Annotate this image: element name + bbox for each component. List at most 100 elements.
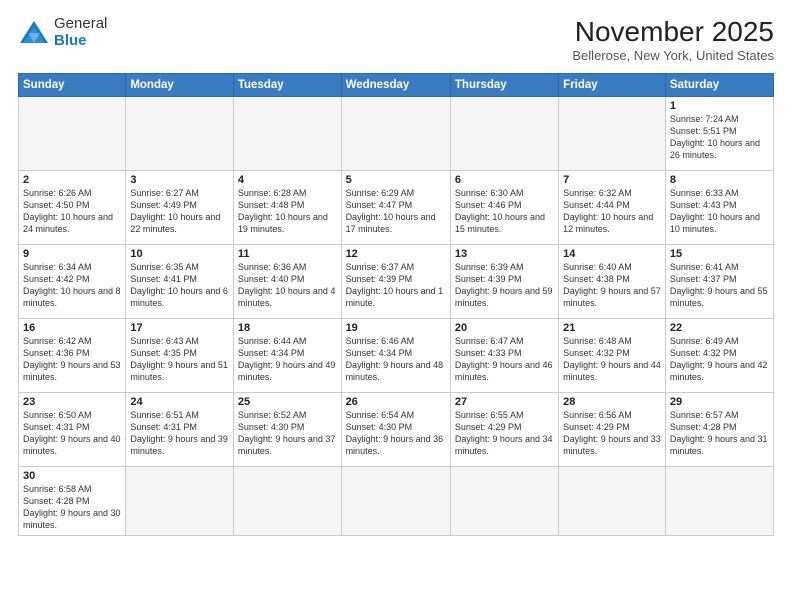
day-cell: 9Sunrise: 6:34 AM Sunset: 4:42 PM Daylig… (19, 245, 126, 319)
day-cell (450, 467, 558, 536)
day-info: Sunrise: 6:52 AM Sunset: 4:30 PM Dayligh… (238, 409, 337, 458)
day-number: 25 (238, 396, 337, 408)
week-row-5: 30Sunrise: 6:58 AM Sunset: 4:28 PM Dayli… (19, 467, 774, 536)
day-cell: 29Sunrise: 6:57 AM Sunset: 4:28 PM Dayli… (665, 393, 773, 467)
day-cell (665, 467, 773, 536)
day-info: Sunrise: 6:42 AM Sunset: 4:36 PM Dayligh… (23, 335, 121, 384)
day-cell (559, 467, 666, 536)
day-cell: 10Sunrise: 6:35 AM Sunset: 4:41 PM Dayli… (126, 245, 234, 319)
day-cell (559, 97, 666, 171)
day-number: 4 (238, 174, 337, 186)
day-cell: 3Sunrise: 6:27 AM Sunset: 4:49 PM Daylig… (126, 171, 234, 245)
day-cell: 16Sunrise: 6:42 AM Sunset: 4:36 PM Dayli… (19, 319, 126, 393)
day-info: Sunrise: 6:44 AM Sunset: 4:34 PM Dayligh… (238, 335, 337, 384)
day-cell: 25Sunrise: 6:52 AM Sunset: 4:30 PM Dayli… (233, 393, 341, 467)
day-cell: 8Sunrise: 6:33 AM Sunset: 4:43 PM Daylig… (665, 171, 773, 245)
day-info: Sunrise: 6:48 AM Sunset: 4:32 PM Dayligh… (563, 335, 661, 384)
day-cell: 15Sunrise: 6:41 AM Sunset: 4:37 PM Dayli… (665, 245, 773, 319)
day-number: 6 (455, 174, 554, 186)
day-number: 26 (346, 396, 446, 408)
logo-icon (18, 19, 50, 47)
day-number: 22 (670, 322, 769, 334)
week-row-1: 2Sunrise: 6:26 AM Sunset: 4:50 PM Daylig… (19, 171, 774, 245)
day-number: 20 (455, 322, 554, 334)
day-info: Sunrise: 6:46 AM Sunset: 4:34 PM Dayligh… (346, 335, 446, 384)
day-info: Sunrise: 6:36 AM Sunset: 4:40 PM Dayligh… (238, 261, 337, 310)
week-row-0: 1Sunrise: 7:24 AM Sunset: 5:51 PM Daylig… (19, 97, 774, 171)
day-cell: 30Sunrise: 6:58 AM Sunset: 4:28 PM Dayli… (19, 467, 126, 536)
day-cell: 7Sunrise: 6:32 AM Sunset: 4:44 PM Daylig… (559, 171, 666, 245)
day-cell: 19Sunrise: 6:46 AM Sunset: 4:34 PM Dayli… (341, 319, 450, 393)
day-cell (126, 97, 234, 171)
logo-line1: General (54, 16, 107, 33)
day-info: Sunrise: 6:28 AM Sunset: 4:48 PM Dayligh… (238, 187, 337, 236)
day-cell: 21Sunrise: 6:48 AM Sunset: 4:32 PM Dayli… (559, 319, 666, 393)
day-info: Sunrise: 6:30 AM Sunset: 4:46 PM Dayligh… (455, 187, 554, 236)
weekday-header-tuesday: Tuesday (233, 74, 341, 97)
day-info: Sunrise: 6:35 AM Sunset: 4:41 PM Dayligh… (130, 261, 229, 310)
weekday-header-sunday: Sunday (19, 74, 126, 97)
day-info: Sunrise: 6:27 AM Sunset: 4:49 PM Dayligh… (130, 187, 229, 236)
day-number: 17 (130, 322, 229, 334)
day-number: 3 (130, 174, 229, 186)
day-info: Sunrise: 6:26 AM Sunset: 4:50 PM Dayligh… (23, 187, 121, 236)
weekday-header-monday: Monday (126, 74, 234, 97)
day-info: Sunrise: 6:47 AM Sunset: 4:33 PM Dayligh… (455, 335, 554, 384)
day-number: 27 (455, 396, 554, 408)
day-info: Sunrise: 6:51 AM Sunset: 4:31 PM Dayligh… (130, 409, 229, 458)
day-info: Sunrise: 6:33 AM Sunset: 4:43 PM Dayligh… (670, 187, 769, 236)
day-number: 9 (23, 248, 121, 260)
day-info: Sunrise: 7:24 AM Sunset: 5:51 PM Dayligh… (670, 113, 769, 162)
day-info: Sunrise: 6:40 AM Sunset: 4:38 PM Dayligh… (563, 261, 661, 310)
day-number: 18 (238, 322, 337, 334)
day-cell: 24Sunrise: 6:51 AM Sunset: 4:31 PM Dayli… (126, 393, 234, 467)
week-row-4: 23Sunrise: 6:50 AM Sunset: 4:31 PM Dayli… (19, 393, 774, 467)
day-cell: 2Sunrise: 6:26 AM Sunset: 4:50 PM Daylig… (19, 171, 126, 245)
logo-text: General Blue (54, 16, 107, 49)
day-info: Sunrise: 6:49 AM Sunset: 4:32 PM Dayligh… (670, 335, 769, 384)
day-number: 10 (130, 248, 229, 260)
day-number: 12 (346, 248, 446, 260)
day-info: Sunrise: 6:39 AM Sunset: 4:39 PM Dayligh… (455, 261, 554, 310)
day-cell: 26Sunrise: 6:54 AM Sunset: 4:30 PM Dayli… (341, 393, 450, 467)
day-cell: 12Sunrise: 6:37 AM Sunset: 4:39 PM Dayli… (341, 245, 450, 319)
day-cell (233, 97, 341, 171)
day-info: Sunrise: 6:56 AM Sunset: 4:29 PM Dayligh… (563, 409, 661, 458)
day-number: 23 (23, 396, 121, 408)
day-cell (19, 97, 126, 171)
day-cell: 28Sunrise: 6:56 AM Sunset: 4:29 PM Dayli… (559, 393, 666, 467)
day-cell: 20Sunrise: 6:47 AM Sunset: 4:33 PM Dayli… (450, 319, 558, 393)
day-info: Sunrise: 6:43 AM Sunset: 4:35 PM Dayligh… (130, 335, 229, 384)
day-cell: 13Sunrise: 6:39 AM Sunset: 4:39 PM Dayli… (450, 245, 558, 319)
calendar: SundayMondayTuesdayWednesdayThursdayFrid… (18, 73, 774, 536)
day-number: 16 (23, 322, 121, 334)
title-block: November 2025 Bellerose, New York, Unite… (572, 16, 774, 63)
day-number: 24 (130, 396, 229, 408)
day-cell (126, 467, 234, 536)
day-info: Sunrise: 6:55 AM Sunset: 4:29 PM Dayligh… (455, 409, 554, 458)
header: General Blue November 2025 Bellerose, Ne… (18, 16, 774, 63)
day-number: 21 (563, 322, 661, 334)
day-cell: 22Sunrise: 6:49 AM Sunset: 4:32 PM Dayli… (665, 319, 773, 393)
day-info: Sunrise: 6:54 AM Sunset: 4:30 PM Dayligh… (346, 409, 446, 458)
day-number: 5 (346, 174, 446, 186)
day-info: Sunrise: 6:57 AM Sunset: 4:28 PM Dayligh… (670, 409, 769, 458)
week-row-3: 16Sunrise: 6:42 AM Sunset: 4:36 PM Dayli… (19, 319, 774, 393)
day-number: 15 (670, 248, 769, 260)
day-cell (450, 97, 558, 171)
day-cell: 4Sunrise: 6:28 AM Sunset: 4:48 PM Daylig… (233, 171, 341, 245)
weekday-header-saturday: Saturday (665, 74, 773, 97)
day-cell: 18Sunrise: 6:44 AM Sunset: 4:34 PM Dayli… (233, 319, 341, 393)
day-cell: 11Sunrise: 6:36 AM Sunset: 4:40 PM Dayli… (233, 245, 341, 319)
day-number: 11 (238, 248, 337, 260)
day-info: Sunrise: 6:34 AM Sunset: 4:42 PM Dayligh… (23, 261, 121, 310)
day-number: 7 (563, 174, 661, 186)
day-cell (233, 467, 341, 536)
day-cell: 14Sunrise: 6:40 AM Sunset: 4:38 PM Dayli… (559, 245, 666, 319)
day-cell: 5Sunrise: 6:29 AM Sunset: 4:47 PM Daylig… (341, 171, 450, 245)
day-cell: 6Sunrise: 6:30 AM Sunset: 4:46 PM Daylig… (450, 171, 558, 245)
day-info: Sunrise: 6:37 AM Sunset: 4:39 PM Dayligh… (346, 261, 446, 310)
week-row-2: 9Sunrise: 6:34 AM Sunset: 4:42 PM Daylig… (19, 245, 774, 319)
day-number: 14 (563, 248, 661, 260)
month-title: November 2025 (572, 16, 774, 48)
